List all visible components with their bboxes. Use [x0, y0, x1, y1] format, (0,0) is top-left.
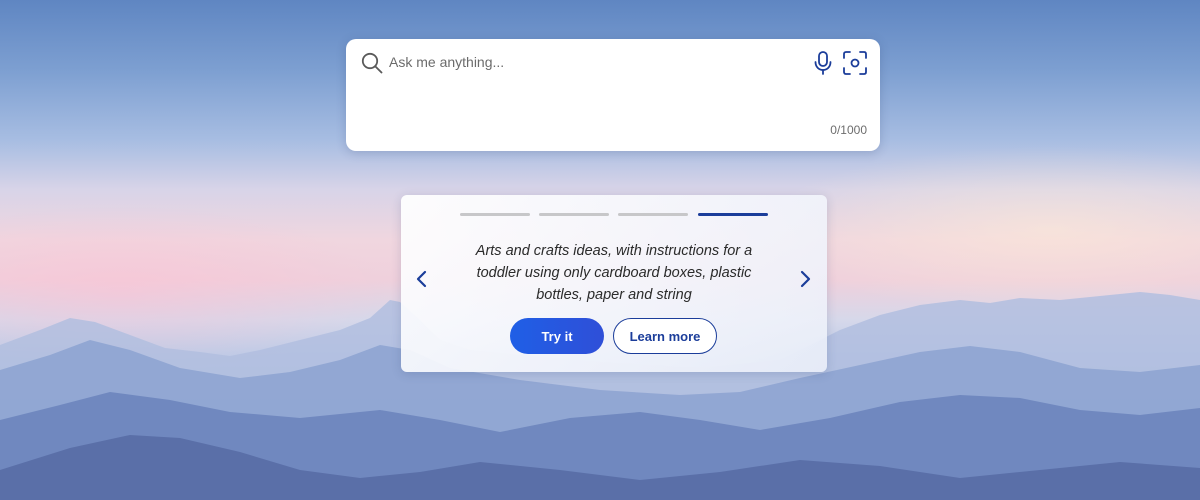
suggestion-text: Arts and crafts ideas, with instructions… — [475, 243, 753, 303]
character-counter: 0/1000 — [830, 123, 867, 137]
search-box[interactable]: 0/1000 — [346, 39, 880, 151]
search-icon — [361, 52, 383, 74]
carousel-page-indicator[interactable] — [460, 213, 530, 216]
try-it-button[interactable]: Try it — [510, 318, 604, 354]
chevron-left-icon[interactable] — [414, 269, 430, 289]
carousel-page-indicator[interactable] — [539, 213, 609, 216]
carousel-page-indicator-active[interactable] — [698, 213, 768, 216]
chevron-right-icon[interactable] — [797, 269, 813, 289]
desktop-background: 0/1000 Arts and crafts ideas, with instr… — [0, 0, 1200, 500]
carousel-page-indicator[interactable] — [618, 213, 688, 216]
learn-more-button[interactable]: Learn more — [613, 318, 717, 354]
camera-icon[interactable] — [842, 50, 868, 76]
suggestion-card: Arts and crafts ideas, with instructions… — [401, 195, 827, 372]
microphone-icon[interactable] — [812, 50, 834, 76]
carousel-progress — [460, 213, 769, 216]
search-input[interactable] — [389, 50, 789, 74]
